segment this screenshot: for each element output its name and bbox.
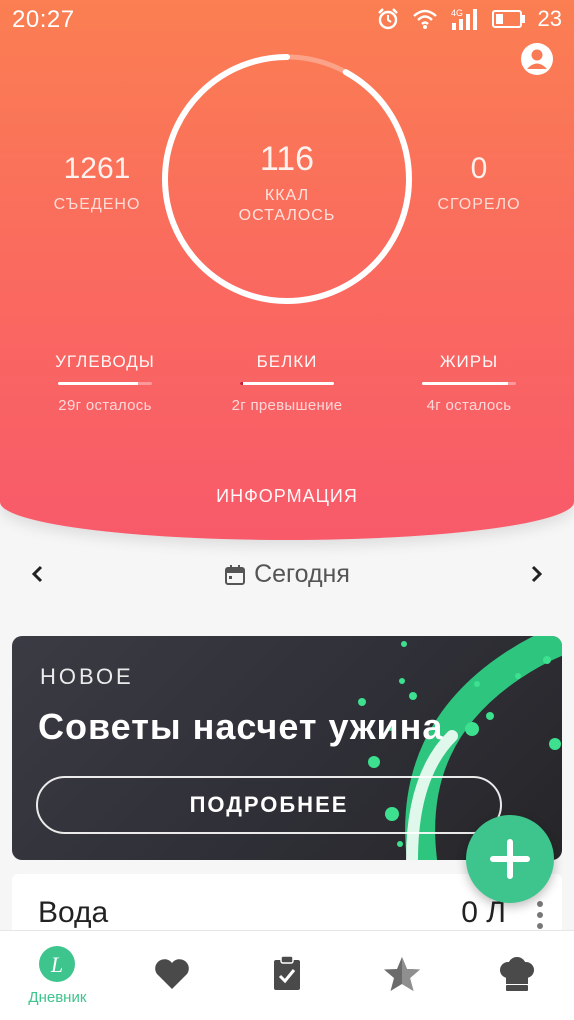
macro-over-marker (240, 382, 243, 385)
date-selector[interactable]: Сегодня (0, 560, 574, 589)
calorie-ring[interactable]: 116 ККАЛ ОСТАЛОСЬ (160, 52, 414, 306)
chef-hat-icon (499, 957, 534, 991)
date-label: Сегодня (254, 560, 350, 588)
macro-fat[interactable]: ЖИРЫ 4г осталось (389, 352, 549, 414)
wifi-icon (412, 9, 437, 29)
eaten-label: СЪЕДЕНО (53, 196, 141, 213)
remaining-value: 116 (259, 140, 315, 178)
macro-carbs[interactable]: УГЛЕВОДЫ 29г осталось (25, 352, 185, 414)
bottom-navigation: L Дневник (0, 930, 574, 1020)
diary-icon: L (39, 946, 76, 982)
alarm-icon (377, 8, 398, 30)
add-button[interactable] (466, 815, 554, 903)
summary-header: 20:27 4G 23 1261 СЪЕДЕНО 116 ККАЛ ОСТАЛО… (0, 0, 574, 540)
next-day-icon[interactable] (524, 562, 548, 586)
remaining-label: ККАЛ ОСТАЛОСЬ (160, 186, 414, 226)
burned-label: СГОРЕЛО (437, 196, 521, 213)
heart-icon (155, 959, 189, 989)
eaten-value: 1261 (63, 152, 131, 185)
burned-stat: 0 СГОРЕЛО (414, 152, 544, 214)
nav-diary[interactable]: L Дневник (0, 931, 115, 1020)
signal-4g-icon: 4G (451, 8, 477, 30)
macro-progress-bar (240, 382, 334, 385)
promo-more-button[interactable]: ПОДРОБНЕЕ (36, 776, 502, 834)
macro-progress-fill (422, 382, 509, 385)
macro-progress-bar (422, 382, 516, 385)
svg-text:4G: 4G (451, 8, 463, 18)
macro-status: 4г осталось (426, 397, 512, 414)
status-bar: 20:27 4G 23 (0, 0, 574, 40)
macro-name: БЕЛКИ (256, 352, 318, 371)
remaining-label-line1: ККАЛ (264, 187, 310, 204)
status-time: 20:27 (12, 6, 75, 33)
plus-icon (490, 839, 530, 879)
clipboard-icon (273, 955, 300, 990)
macro-status: 2г превышение (231, 397, 343, 414)
nav-favorites[interactable] (344, 931, 459, 1020)
calendar-icon (225, 564, 246, 585)
nav-recipes[interactable] (459, 931, 574, 1020)
eaten-stat: 1261 СЪЕДЕНО (32, 152, 162, 214)
macro-status: 29г осталось (58, 397, 152, 414)
status-icons: 4G 23 (376, 6, 562, 32)
nav-diary-label: Дневник (28, 989, 87, 1006)
macro-protein[interactable]: БЕЛКИ 2г превышение (207, 352, 367, 414)
water-label: Вода (38, 896, 109, 929)
promo-tag: НОВОЕ (40, 664, 134, 689)
more-options-icon[interactable] (536, 900, 544, 930)
profile-avatar-icon[interactable] (520, 42, 554, 76)
macro-progress-fill (240, 382, 334, 385)
macro-name: УГЛЕВОДЫ (55, 352, 155, 371)
date-navigator: Сегодня (0, 550, 574, 600)
battery-level: 23 (537, 6, 562, 31)
macro-progress-fill (58, 382, 138, 385)
star-icon (383, 957, 420, 991)
svg-text:L: L (50, 952, 63, 977)
battery-icon (491, 10, 525, 28)
burned-value: 0 (470, 152, 488, 185)
nav-health[interactable] (115, 931, 230, 1020)
remaining-label-line2: ОСТАЛОСЬ (238, 207, 336, 224)
macro-name: ЖИРЫ (439, 352, 499, 371)
info-button[interactable]: ИНФОРМАЦИЯ (0, 486, 574, 507)
nav-plans[interactable] (230, 931, 345, 1020)
calorie-ring-center: 116 ККАЛ ОСТАЛОСЬ (160, 52, 414, 306)
promo-title: Советы насчет ужина (38, 706, 444, 747)
macro-progress-bar (58, 382, 152, 385)
